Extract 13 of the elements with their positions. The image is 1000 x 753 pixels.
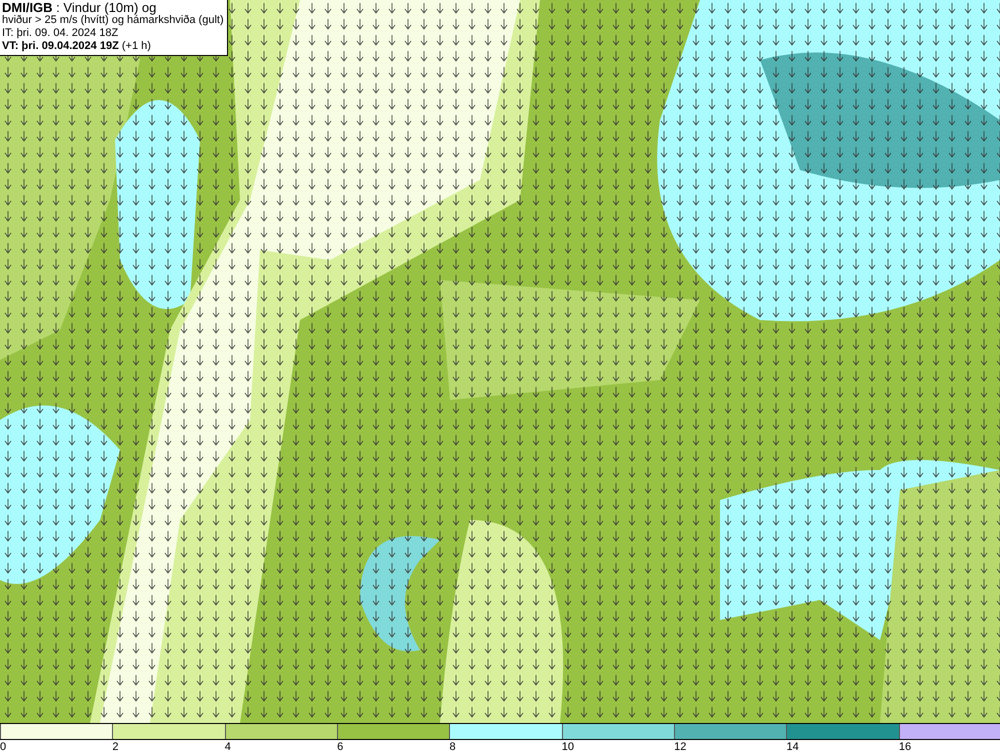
- caption-line: hviður > 25 m/s (hvítt) og hámarkshviða (gult): [2, 14, 224, 27]
- scale-label: 4: [224, 740, 231, 753]
- caption-line: VT: þri. 09.04.2024 19Z (+1 h): [2, 40, 152, 53]
- scale-label: 6: [337, 740, 344, 753]
- caption-line: DMI/IGB : Vindur (10m) og: [2, 1, 156, 14]
- scale-label: 16: [898, 740, 912, 753]
- caption-line: IT: þri. 09. 04. 2024 18Z: [2, 27, 120, 40]
- scale-label: 10: [562, 740, 574, 753]
- scale-label: 0: [0, 740, 6, 753]
- scale-label: 2: [112, 740, 118, 753]
- scale-label: 14: [786, 740, 799, 753]
- scale-label: 12: [674, 740, 686, 753]
- scale-label: 8: [449, 740, 456, 753]
